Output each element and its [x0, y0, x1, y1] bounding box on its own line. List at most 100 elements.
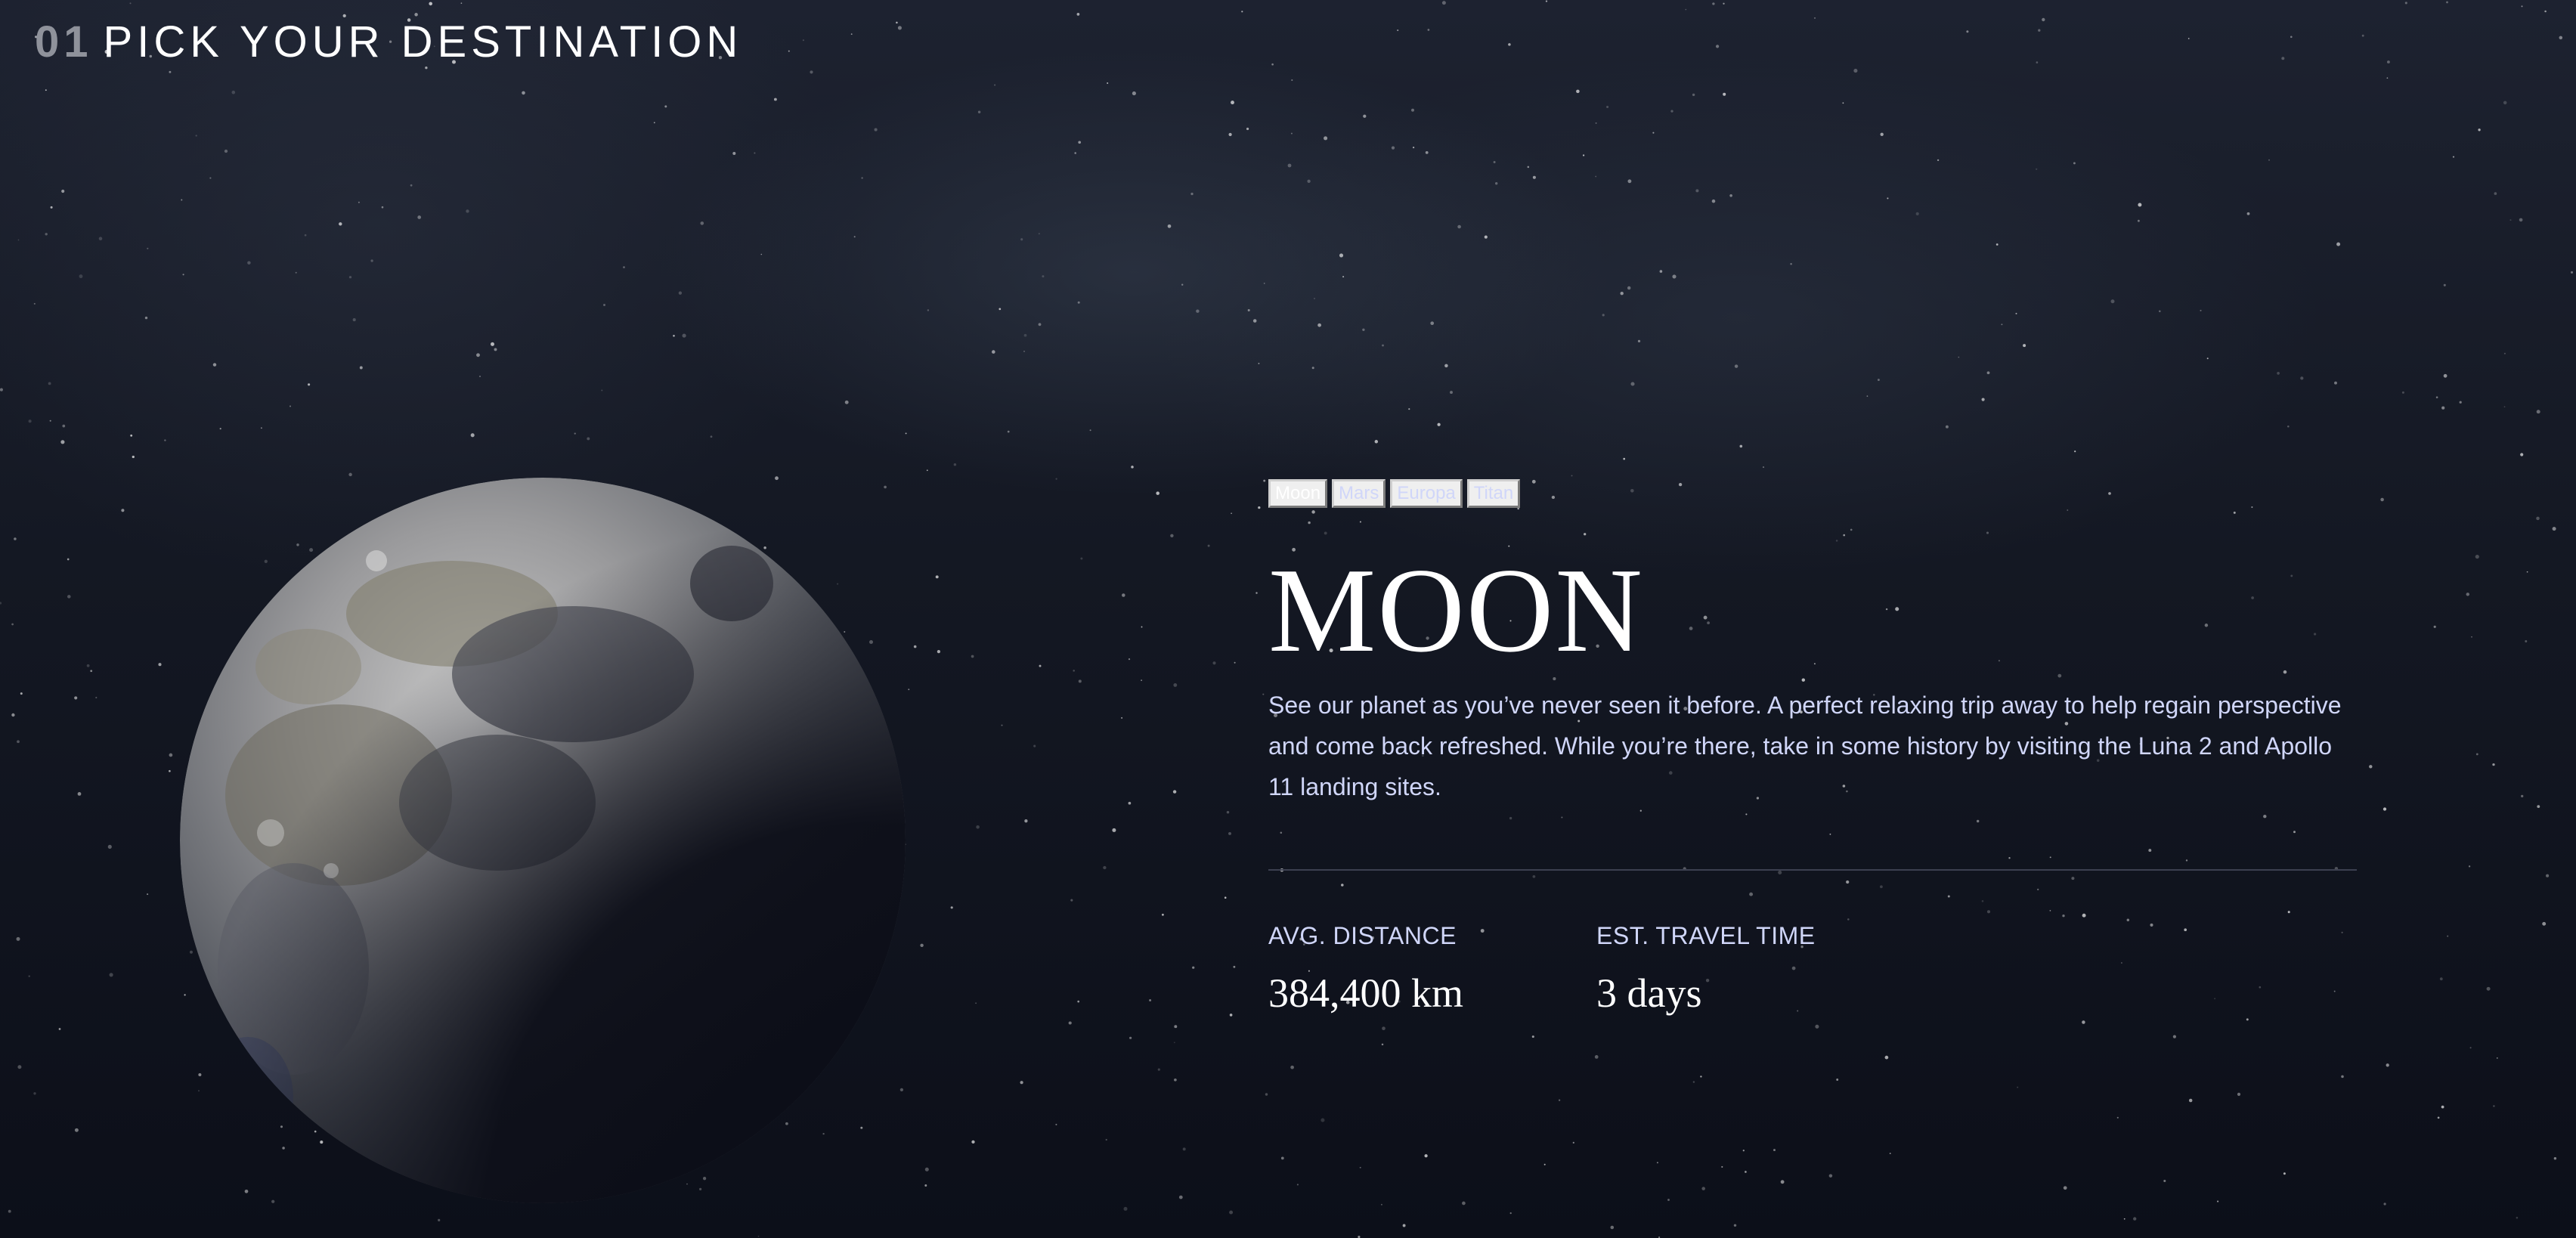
star [2471, 636, 2472, 638]
star [2542, 921, 2547, 926]
star [147, 247, 149, 249]
star [348, 276, 352, 279]
star [1630, 382, 1635, 386]
star [2521, 794, 2524, 798]
star [1112, 828, 1116, 832]
star [17, 740, 20, 744]
star [1637, 339, 1641, 343]
star [1558, 1099, 1561, 1101]
star [1038, 323, 1042, 327]
star [209, 177, 212, 179]
star [2516, 1216, 2519, 1219]
star [1509, 1212, 1512, 1215]
star [11, 623, 14, 626]
star [754, 152, 756, 154]
tab-europa[interactable]: Europa [1390, 479, 1463, 508]
star [90, 670, 93, 673]
star [1080, 557, 1083, 560]
star [466, 209, 469, 213]
star [2437, 1116, 2440, 1119]
star [348, 472, 352, 477]
star [2036, 168, 2038, 170]
star [2082, 1020, 2085, 1024]
star [1427, 29, 1430, 31]
star [1241, 11, 1243, 13]
star [757, 1235, 760, 1237]
star [2361, 34, 2364, 37]
star [1178, 1195, 1183, 1199]
star [1263, 479, 1266, 482]
star [2570, 271, 2574, 274]
star [1701, 1187, 1705, 1190]
star [219, 428, 221, 430]
star [1192, 966, 1195, 969]
star [212, 363, 217, 367]
star [1700, 1076, 1702, 1078]
star [1745, 1171, 1747, 1173]
star [953, 463, 957, 466]
star [1966, 30, 1969, 33]
star [1296, 1184, 1299, 1186]
star [1493, 161, 1496, 163]
star [1937, 159, 1940, 162]
star [844, 400, 849, 404]
star [2063, 1186, 2067, 1190]
star [2277, 372, 2280, 375]
star [1576, 89, 1580, 94]
star [1484, 235, 1488, 239]
star [2172, 1035, 2176, 1038]
star [2536, 410, 2540, 414]
star [16, 936, 20, 941]
star [182, 274, 184, 276]
star [1853, 69, 1858, 73]
star [2452, 156, 2455, 158]
star [2459, 401, 2462, 404]
tab-mars[interactable]: Mars [1332, 479, 1386, 508]
star [1321, 1118, 1325, 1122]
star [1123, 1206, 1128, 1211]
star [60, 440, 65, 444]
star [1734, 364, 1738, 368]
star [1255, 592, 1258, 594]
star [1582, 154, 1585, 156]
star [710, 435, 713, 438]
star [2015, 312, 2017, 314]
star [1229, 1014, 1233, 1017]
star [971, 1140, 975, 1144]
star [1314, 298, 1315, 299]
star [2401, 391, 2404, 394]
star [1382, 344, 1384, 347]
star [14, 537, 17, 540]
star [1887, 197, 1889, 200]
star [1078, 141, 1082, 144]
star [1374, 440, 1379, 444]
star [460, 2, 463, 5]
star [2138, 203, 2142, 207]
tab-titan[interactable]: Titan [1466, 479, 1521, 508]
star [1437, 422, 1441, 426]
star [2537, 805, 2540, 809]
star [98, 237, 103, 241]
star [603, 304, 605, 306]
star [1174, 1025, 1178, 1029]
star [810, 70, 813, 74]
star [1627, 179, 1632, 184]
star [2042, 17, 2045, 22]
tab-moon[interactable]: Moon [1268, 479, 1328, 508]
star [1228, 831, 1231, 835]
star [1173, 1041, 1175, 1044]
star [1073, 670, 1075, 672]
star [308, 383, 311, 386]
star [2439, 977, 2443, 981]
star [1128, 658, 1131, 661]
star [1020, 238, 1023, 241]
star [908, 689, 910, 691]
star [1457, 224, 1461, 229]
star [1685, 8, 1687, 11]
star [1627, 286, 1631, 290]
star [261, 427, 262, 429]
star [358, 201, 360, 203]
star [49, 419, 51, 422]
star [905, 432, 907, 435]
star [977, 110, 981, 113]
